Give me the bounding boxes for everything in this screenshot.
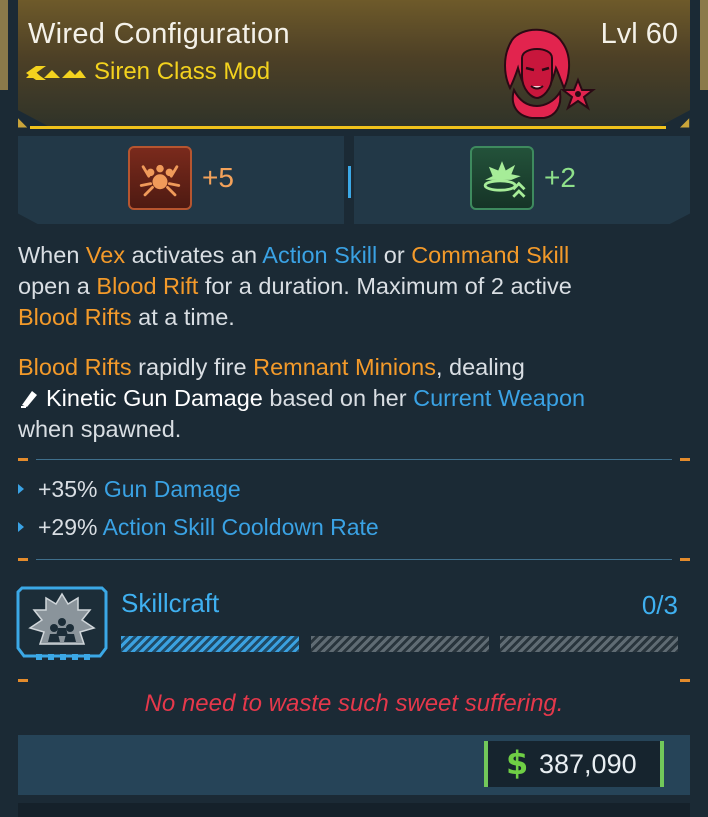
- stat-bullet: +35% Gun Damage: [18, 476, 241, 503]
- section-divider: [18, 679, 690, 682]
- kinetic-bullet-icon: [21, 391, 37, 408]
- bullet-arrow-icon: [18, 522, 24, 532]
- corner-marker-icon: ◣: [18, 115, 28, 129]
- bullet-arrow-icon: [18, 484, 24, 494]
- keyword: Action Skill: [262, 242, 378, 268]
- skillcraft-label: Skillcraft: [121, 588, 220, 618]
- skillcraft-progress-segment: [500, 636, 678, 652]
- keyword: Command Skill: [411, 242, 570, 268]
- section-divider: [18, 458, 690, 461]
- card-edge-left: [0, 0, 8, 90]
- keyword: Current Weapon: [413, 385, 586, 411]
- description-paragraph: Blood Rifts rapidly fire Remnant Minions…: [18, 354, 586, 442]
- card-edge-right: [700, 0, 708, 90]
- item-value: 387,090: [539, 749, 637, 779]
- corner-marker-icon: ◢: [680, 115, 690, 129]
- keyword: Blood Rifts: [18, 304, 132, 330]
- item-type: Siren Class Mod: [94, 58, 271, 85]
- keyword: Blood Rifts: [18, 354, 132, 380]
- dollar-icon: $: [506, 744, 529, 782]
- skill-bonus-value: +5: [202, 162, 234, 193]
- vex-portrait-icon: [504, 28, 596, 119]
- description-paragraph: When Vex activates an Action Skill or Co…: [18, 242, 572, 330]
- card-footer: [18, 803, 690, 817]
- skillcraft-progress-segment: [121, 636, 299, 652]
- paw-spider-skill-icon[interactable]: [128, 146, 192, 210]
- keyword: Kinetic Gun Damage: [46, 385, 263, 411]
- item-name: Wired Configuration: [28, 18, 290, 50]
- item-level: Lvl 60: [600, 18, 678, 50]
- skillcraft-progress-segment: [311, 636, 489, 652]
- stat-bullet: +29% Action Skill Cooldown Rate: [18, 514, 379, 541]
- keyword: Remnant Minions: [253, 354, 436, 380]
- rarity-line: [30, 126, 666, 129]
- keyword: Vex: [85, 242, 126, 268]
- flavor-text: No need to waste such sweet suffering.: [144, 690, 564, 717]
- skillcraft-count: 0/3: [641, 590, 678, 620]
- skillcraft-icon[interactable]: [16, 584, 108, 662]
- keyword: Blood Rift: [96, 273, 199, 299]
- explosion-arrows-skill-icon[interactable]: [470, 146, 534, 210]
- section-divider: [18, 558, 690, 561]
- rarity-chevrons-icon: [26, 66, 86, 80]
- panel-divider: [348, 166, 351, 198]
- skill-bonus-value: +2: [544, 162, 576, 193]
- item-card: ◣ ◢ Wired Configuration Lvl 60 Siren Cla…: [0, 0, 708, 817]
